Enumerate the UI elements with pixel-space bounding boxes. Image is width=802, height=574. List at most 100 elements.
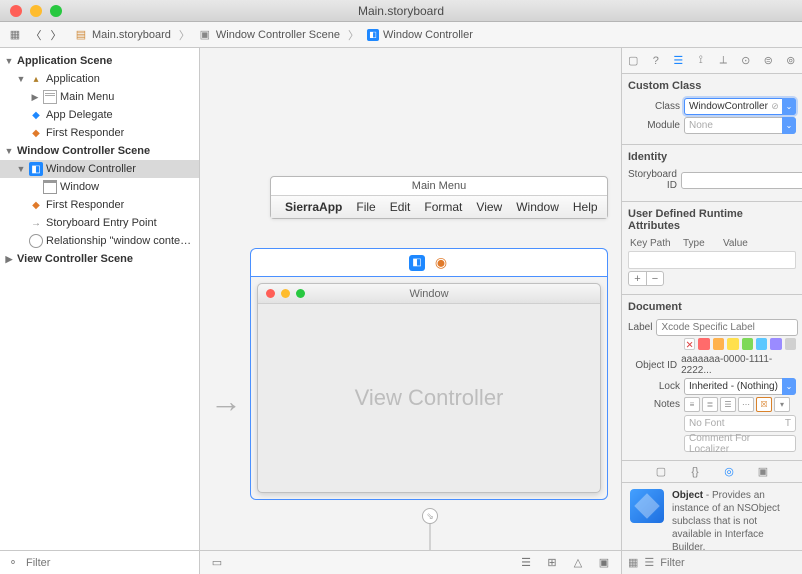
breadcrumb-file[interactable]: ▤ Main.storyboard <box>74 28 171 42</box>
label-color-well[interactable] <box>756 338 767 350</box>
label-color-well[interactable] <box>770 338 781 350</box>
stepper-icon[interactable]: ⌄ <box>782 117 796 134</box>
document-section: Document Label Object ID aaaaaaa-0000-11… <box>622 295 802 460</box>
outline-item[interactable]: ◆First Responder <box>0 196 199 214</box>
scene-header[interactable]: ▼Window Controller Scene <box>0 142 199 160</box>
align-center-icon[interactable]: ≣ <box>702 397 718 412</box>
remove-attribute-button[interactable]: − <box>646 271 664 286</box>
label-color-well[interactable] <box>698 338 709 350</box>
code-snippet-tab[interactable]: {} <box>687 466 703 478</box>
window-controller-dock-icon[interactable]: ◧ <box>409 255 425 271</box>
resolve-issues-button[interactable]: △ <box>569 555 587 571</box>
library-tabs: ▢ {} ◎ ▣ <box>622 461 802 483</box>
media-library-tab[interactable]: ▣ <box>755 465 771 478</box>
align-left-icon[interactable]: ≡ <box>684 397 700 412</box>
breadcrumb-object-label: Window Controller <box>383 29 473 41</box>
library-item[interactable]: Object - Provides an instance of an NSOb… <box>622 483 802 550</box>
outline-item[interactable]: ◆App Delegate <box>0 106 199 124</box>
storyboard-canvas[interactable]: Main Menu SierraAppFileEditFormatViewWin… <box>200 48 622 574</box>
module-label: Module <box>628 120 680 131</box>
outline-item[interactable]: ▼▴Application <box>0 70 199 88</box>
localizer-comment-input[interactable]: Comment For Localizer <box>684 435 796 452</box>
menu-item[interactable]: View <box>476 200 502 214</box>
font-panel-icon[interactable]: T <box>785 418 791 429</box>
label-color-none[interactable] <box>684 338 695 350</box>
related-items-icon[interactable]: ▦ <box>8 28 22 41</box>
more-icon[interactable]: ▾ <box>774 397 790 412</box>
entry-point-arrow-icon[interactable]: → <box>210 383 242 420</box>
font-value: No Font <box>689 418 725 429</box>
size-inspector-tab[interactable]: ⟂ <box>713 51 733 71</box>
label-color-well[interactable] <box>727 338 738 350</box>
col-keypath: Key Path <box>628 238 683 249</box>
breadcrumb-scene[interactable]: ▣ Window Controller Scene <box>198 28 340 42</box>
embed-in-button[interactable]: ▣ <box>595 555 613 571</box>
library-item-icon <box>630 489 664 523</box>
first-responder-dock-icon[interactable]: ◉ <box>433 255 449 271</box>
forward-button[interactable]: 〉 <box>48 27 64 43</box>
outline-item[interactable]: Window <box>0 178 199 196</box>
font-picker[interactable]: No Font T <box>684 415 796 432</box>
library-filter-input[interactable] <box>660 557 802 569</box>
label-color-well[interactable] <box>742 338 753 350</box>
class-value: WindowController <box>689 101 768 112</box>
pin-menu-button[interactable]: ⊞ <box>543 555 561 571</box>
add-attribute-button[interactable]: + <box>628 271 646 286</box>
effects-inspector-tab[interactable]: ⊚ <box>781 51 801 71</box>
storyboard-id-label: Storyboard ID <box>628 169 677 191</box>
menu-item[interactable]: File <box>356 200 375 214</box>
connections-inspector-tab[interactable]: ⊙ <box>736 51 756 71</box>
stepper-icon[interactable]: ⌄ <box>782 378 796 395</box>
file-template-tab[interactable]: ▢ <box>653 465 669 478</box>
quick-help-tab[interactable]: ? <box>646 51 666 71</box>
col-value: Value <box>723 238 796 249</box>
file-inspector-tab[interactable]: ▢ <box>623 51 643 71</box>
window-object[interactable]: Window View Controller <box>257 283 601 493</box>
menu-item[interactable]: Window <box>516 200 559 214</box>
align-right-icon[interactable]: ☰ <box>720 397 736 412</box>
scene-header[interactable]: ▶View Controller Scene <box>0 250 199 268</box>
clear-notes-icon[interactable]: ☒ <box>756 397 772 412</box>
outline-item[interactable]: ▶Main Menu <box>0 88 199 106</box>
breadcrumb-object[interactable]: ◧ Window Controller <box>367 29 473 41</box>
outline-filter-bar: ⚬ <box>0 550 199 574</box>
align-justify-icon[interactable]: ⋯ <box>738 397 754 412</box>
runtime-attributes-header: Key Path Type Value <box>628 236 796 251</box>
object-id-value: aaaaaaa-0000-1111-2222... <box>681 354 796 376</box>
window-controller-scene[interactable]: ◧ ◉ Window View Controller <box>250 248 608 500</box>
grid-view-icon[interactable]: ▦ <box>628 556 638 569</box>
storyboard-id-input[interactable] <box>681 172 802 189</box>
menu-item[interactable]: Edit <box>390 200 411 214</box>
bindings-inspector-tab[interactable]: ⊜ <box>758 51 778 71</box>
attributes-inspector-tab[interactable]: ⟟ <box>691 51 711 71</box>
object-library-tab[interactable]: ◎ <box>721 465 737 478</box>
main-menu-scene[interactable]: Main Menu SierraAppFileEditFormatViewWin… <box>270 176 608 219</box>
outline-item[interactable]: ◆First Responder <box>0 124 199 142</box>
list-view-icon[interactable]: ☰ <box>644 556 654 569</box>
label-color-well[interactable] <box>713 338 724 350</box>
scene-header[interactable]: ▼Application Scene <box>0 52 199 70</box>
clear-icon[interactable]: ⊘ <box>771 101 779 112</box>
label-color-well[interactable] <box>785 338 796 350</box>
identity-inspector-tab[interactable]: ☰ <box>668 51 688 71</box>
runtime-attributes-list[interactable] <box>628 251 796 269</box>
outline-filter-input[interactable] <box>26 557 193 569</box>
class-combobox[interactable]: WindowController ⊘ ⌄ <box>684 98 796 115</box>
back-button[interactable]: 〈 <box>28 27 44 43</box>
menu-item[interactable]: Help <box>573 200 598 214</box>
document-heading: Document <box>628 299 796 317</box>
module-combobox[interactable]: None ⌄ <box>684 117 796 134</box>
outline-item[interactable]: ▼◧Window Controller <box>0 160 199 178</box>
menu-item[interactable]: SierraApp <box>285 200 342 214</box>
menu-item[interactable]: Format <box>424 200 462 214</box>
stepper-icon[interactable]: ⌄ <box>782 98 796 115</box>
outline-item[interactable]: Relationship "window content" to "... <box>0 232 199 250</box>
toggle-outline-button[interactable]: ▭ <box>208 555 226 571</box>
runtime-attributes-heading: User Defined Runtime Attributes <box>628 206 796 236</box>
lock-combobox[interactable]: Inherited - (Nothing) ⌄ <box>684 378 796 395</box>
col-type: Type <box>683 238 723 249</box>
align-menu-button[interactable]: ☰ <box>517 555 535 571</box>
outline-item[interactable]: →Storyboard Entry Point <box>0 214 199 232</box>
window-title: Main.storyboard <box>0 4 802 18</box>
doc-label-input[interactable] <box>656 319 798 336</box>
